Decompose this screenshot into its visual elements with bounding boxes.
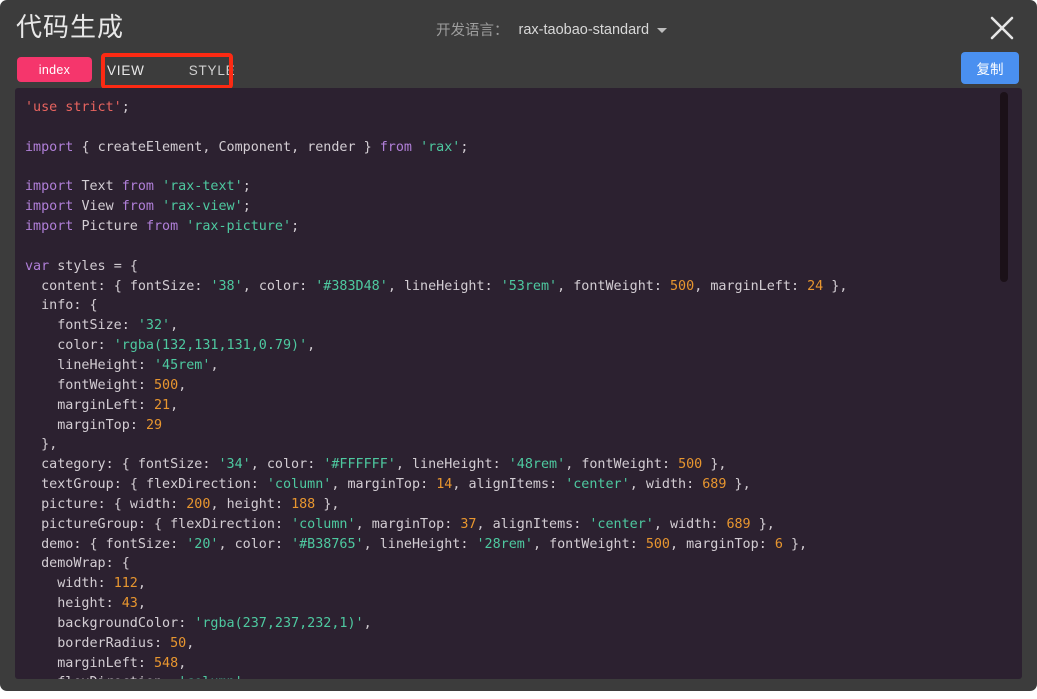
code-scrollbar-thumb[interactable]: [1000, 92, 1008, 282]
modal-header: 代码生成 开发语言： rax-taobao-standard: [0, 0, 1037, 52]
code-generation-modal: 代码生成 开发语言： rax-taobao-standard index VIE…: [0, 0, 1037, 691]
code-panel: 'use strict'; import { createElement, Co…: [15, 88, 1022, 679]
code-block: 'use strict'; import { createElement, Co…: [25, 100, 848, 679]
code-scroll-area[interactable]: 'use strict'; import { createElement, Co…: [15, 88, 1022, 679]
page-title: 代码生成: [16, 12, 125, 42]
close-button[interactable]: [987, 13, 1017, 43]
tab-view[interactable]: VIEW: [107, 63, 145, 78]
chevron-down-icon: [657, 28, 668, 33]
modal-toolbar: index VIEW STYLE 复制: [0, 52, 1037, 89]
index-chip[interactable]: index: [17, 57, 92, 82]
view-style-tabs: VIEW STYLE: [107, 59, 235, 82]
copy-button[interactable]: 复制: [961, 52, 1019, 84]
language-label: 开发语言：: [436, 23, 509, 39]
language-selector[interactable]: 开发语言： rax-taobao-standard: [436, 19, 668, 40]
tab-style[interactable]: STYLE: [189, 63, 236, 78]
close-icon: [990, 16, 1014, 40]
language-value: rax-taobao-standard: [518, 21, 650, 38]
